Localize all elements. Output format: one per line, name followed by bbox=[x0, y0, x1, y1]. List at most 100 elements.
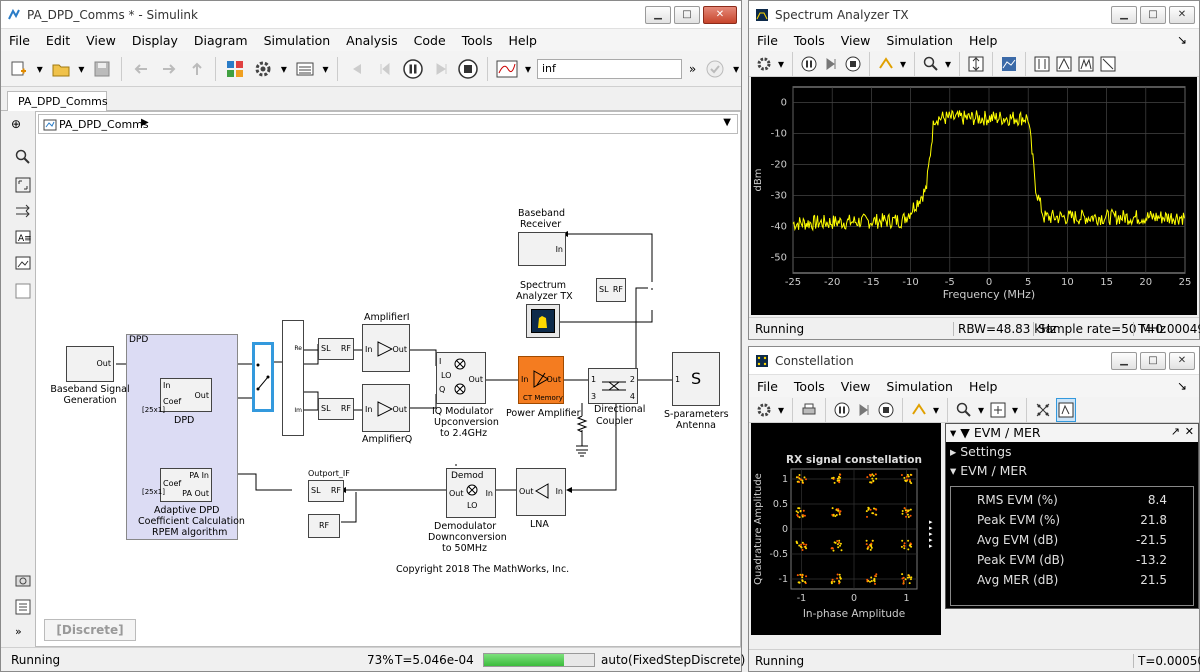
constellation-menu-file[interactable]: File bbox=[749, 379, 786, 394]
fit-to-view-icon[interactable] bbox=[15, 177, 31, 196]
spectrum-ccdf-icon[interactable] bbox=[1099, 52, 1117, 76]
spectrum-highlight-icon[interactable] bbox=[877, 52, 895, 76]
spectrum-step-icon[interactable] bbox=[822, 52, 840, 76]
annotation-icon[interactable]: A≡ bbox=[15, 229, 32, 248]
stop-time-input[interactable]: inf bbox=[536, 58, 682, 79]
iq-modulator-block[interactable]: I LO Q Out bbox=[436, 352, 486, 404]
spectrum-analyzer-block[interactable] bbox=[526, 304, 560, 338]
spectrum-style-icon[interactable] bbox=[1000, 52, 1018, 76]
spectrum-cursor-icon[interactable] bbox=[1033, 52, 1051, 76]
constellation-maximize-button[interactable]: □ bbox=[1140, 351, 1166, 370]
menu-help[interactable]: Help bbox=[500, 33, 545, 48]
spectrum-highlight-dropdown-icon[interactable]: ▾ bbox=[899, 52, 907, 76]
constellation-close-button[interactable]: ✕ bbox=[1169, 351, 1195, 370]
spectrum-menu-help[interactable]: Help bbox=[961, 33, 1006, 48]
scope-dropdown-icon[interactable]: ▾ bbox=[523, 57, 533, 81]
directional-coupler-block[interactable]: 1 2 3 4 bbox=[588, 368, 638, 404]
sl-rf-converter-feedback[interactable]: SL RF bbox=[596, 278, 626, 302]
model-canvas[interactable]: PA_DPD_Comms ▶ ▼ DPD Out Baseband Signal… bbox=[35, 111, 741, 647]
constellation-gear-dropdown-icon[interactable]: ▾ bbox=[777, 398, 785, 422]
spectrum-pause-icon[interactable] bbox=[800, 52, 818, 76]
spectrum-zoom-dropdown-icon[interactable]: ▾ bbox=[944, 52, 952, 76]
constellation-titlebar[interactable]: Constellation ▁ □ ✕ bbox=[749, 347, 1199, 375]
evm-panel-collapse-icon[interactable]: ▾ ▼ bbox=[950, 425, 974, 440]
tab-pa-dpd-comms[interactable]: PA_DPD_Comms bbox=[7, 91, 108, 111]
menu-diagram[interactable]: Diagram bbox=[186, 33, 256, 48]
menu-display[interactable]: Display bbox=[124, 33, 186, 48]
resistor-termination-icon[interactable] bbox=[576, 416, 588, 432]
minimize-button[interactable]: ▁ bbox=[645, 5, 671, 24]
constellation-stop-icon[interactable] bbox=[877, 398, 895, 422]
step-back-pause-icon[interactable] bbox=[373, 57, 397, 81]
spectrum-menu-file[interactable]: File bbox=[749, 33, 786, 48]
constellation-zoom-dropdown-icon[interactable]: ▾ bbox=[977, 398, 985, 422]
constellation-zoom-icon[interactable] bbox=[955, 398, 973, 422]
simulink-titlebar[interactable]: PA_DPD_Comms * - Simulink ▁ □ ✕ bbox=[1, 1, 741, 29]
overflow-chevron-icon[interactable]: » bbox=[686, 57, 700, 81]
model-advisor-check-icon[interactable] bbox=[703, 57, 727, 81]
back-arrow-icon[interactable] bbox=[129, 57, 153, 81]
forward-arrow-icon[interactable] bbox=[157, 57, 181, 81]
collapse-palette-icon[interactable]: » bbox=[15, 625, 22, 638]
gear-dropdown-icon[interactable]: ▾ bbox=[279, 57, 289, 81]
spectrum-undock-icon[interactable]: ↘ bbox=[1169, 33, 1195, 47]
menu-file[interactable]: File bbox=[1, 33, 38, 48]
constellation-plot-area[interactable]: RX signal constellation -1 0 1 1 0.5 0 -0.5 -1 In… bbox=[751, 423, 941, 635]
constellation-print-icon[interactable] bbox=[800, 398, 818, 422]
constellation-pause-icon[interactable] bbox=[833, 398, 851, 422]
spectrum-zoom-icon[interactable] bbox=[922, 52, 940, 76]
new-model-icon[interactable] bbox=[7, 57, 31, 81]
spectrum-minimize-button[interactable]: ▁ bbox=[1111, 5, 1137, 24]
menu-view[interactable]: View bbox=[78, 33, 124, 48]
menu-analysis[interactable]: Analysis bbox=[338, 33, 406, 48]
constellation-highlight-icon[interactable] bbox=[910, 398, 928, 422]
pause-button-icon[interactable] bbox=[401, 57, 425, 81]
sl-rf-outport-if-block[interactable]: SL RF bbox=[308, 480, 344, 502]
menu-simulation[interactable]: Simulation bbox=[256, 33, 339, 48]
spectrum-titlebar[interactable]: Spectrum Analyzer TX ▁ □ ✕ bbox=[749, 1, 1199, 29]
constellation-step-icon[interactable] bbox=[855, 398, 873, 422]
spectrum-plot-area[interactable]: -25 -20 -15 -10 -5 0 5 10 15 20 25 0 -10 -20 -30 -40 -50… bbox=[751, 77, 1197, 315]
s-parameters-antenna-block[interactable]: 1 S bbox=[672, 352, 720, 406]
amplifier-i-block[interactable]: In Out bbox=[362, 324, 410, 372]
step-back-icon[interactable] bbox=[345, 57, 369, 81]
demodulator-block[interactable]: Demod Out In LO bbox=[446, 468, 496, 518]
up-arrow-icon[interactable] bbox=[185, 57, 209, 81]
explorer-dropdown-icon[interactable]: ▾ bbox=[321, 57, 331, 81]
constellation-menu-view[interactable]: View bbox=[833, 379, 879, 394]
spectrum-menu-simulation[interactable]: Simulation bbox=[878, 33, 961, 48]
model-settings-gear-icon[interactable] bbox=[251, 57, 275, 81]
spectrum-maximize-button[interactable]: □ bbox=[1140, 5, 1166, 24]
maximize-button[interactable]: □ bbox=[674, 5, 700, 24]
save-icon[interactable] bbox=[90, 57, 114, 81]
spectrum-close-button[interactable]: ✕ bbox=[1169, 5, 1195, 24]
spectrum-distortion-icon[interactable] bbox=[1077, 52, 1095, 76]
menu-code[interactable]: Code bbox=[406, 33, 454, 48]
constellation-plot[interactable]: RX signal constellation -1 0 1 1 0.5 0 -0.5 -1 In… bbox=[751, 423, 941, 635]
open-dropdown-icon[interactable]: ▾ bbox=[76, 57, 86, 81]
sl-rf-converter-q[interactable]: SL RF bbox=[318, 398, 354, 420]
model-explorer-icon[interactable] bbox=[293, 57, 317, 81]
stop-button-icon[interactable] bbox=[457, 57, 481, 81]
constellation-menu-help[interactable]: Help bbox=[961, 379, 1006, 394]
spectrum-stop-icon[interactable] bbox=[844, 52, 862, 76]
advisor-dropdown-icon[interactable]: ▾ bbox=[731, 57, 741, 81]
baseband-receiver-block[interactable]: In bbox=[518, 232, 566, 266]
rf-inport-block[interactable]: RF bbox=[308, 514, 340, 538]
discrete-badge[interactable]: [Discrete] bbox=[44, 619, 136, 641]
evm-panel-close-icon[interactable]: ✕ bbox=[1185, 425, 1194, 438]
constellation-highlight-dropdown-icon[interactable]: ▾ bbox=[932, 398, 940, 422]
panel-splitter-arrows[interactable]: ▸ ▸ ▸ ▸ ▸ bbox=[929, 519, 933, 550]
spectrum-plot[interactable]: -25 -20 -15 -10 -5 0 5 10 15 20 250-10-20-30-40-50… bbox=[751, 77, 1197, 315]
spectrum-gear-dropdown-icon[interactable]: ▾ bbox=[777, 52, 785, 76]
area-icon[interactable] bbox=[15, 283, 31, 302]
evm-section-toggle[interactable]: ▾ EVM / MER bbox=[946, 461, 1198, 480]
constellation-measurements-icon[interactable] bbox=[1056, 397, 1076, 422]
zoom-icon[interactable] bbox=[15, 149, 31, 168]
constellation-menu-simulation[interactable]: Simulation bbox=[878, 379, 961, 394]
step-forward-icon[interactable] bbox=[429, 57, 453, 81]
spectrum-menu-view[interactable]: View bbox=[833, 33, 879, 48]
baseband-signal-generation-block[interactable]: Out bbox=[66, 346, 114, 382]
image-icon[interactable] bbox=[15, 255, 31, 274]
open-folder-icon[interactable] bbox=[49, 57, 73, 81]
